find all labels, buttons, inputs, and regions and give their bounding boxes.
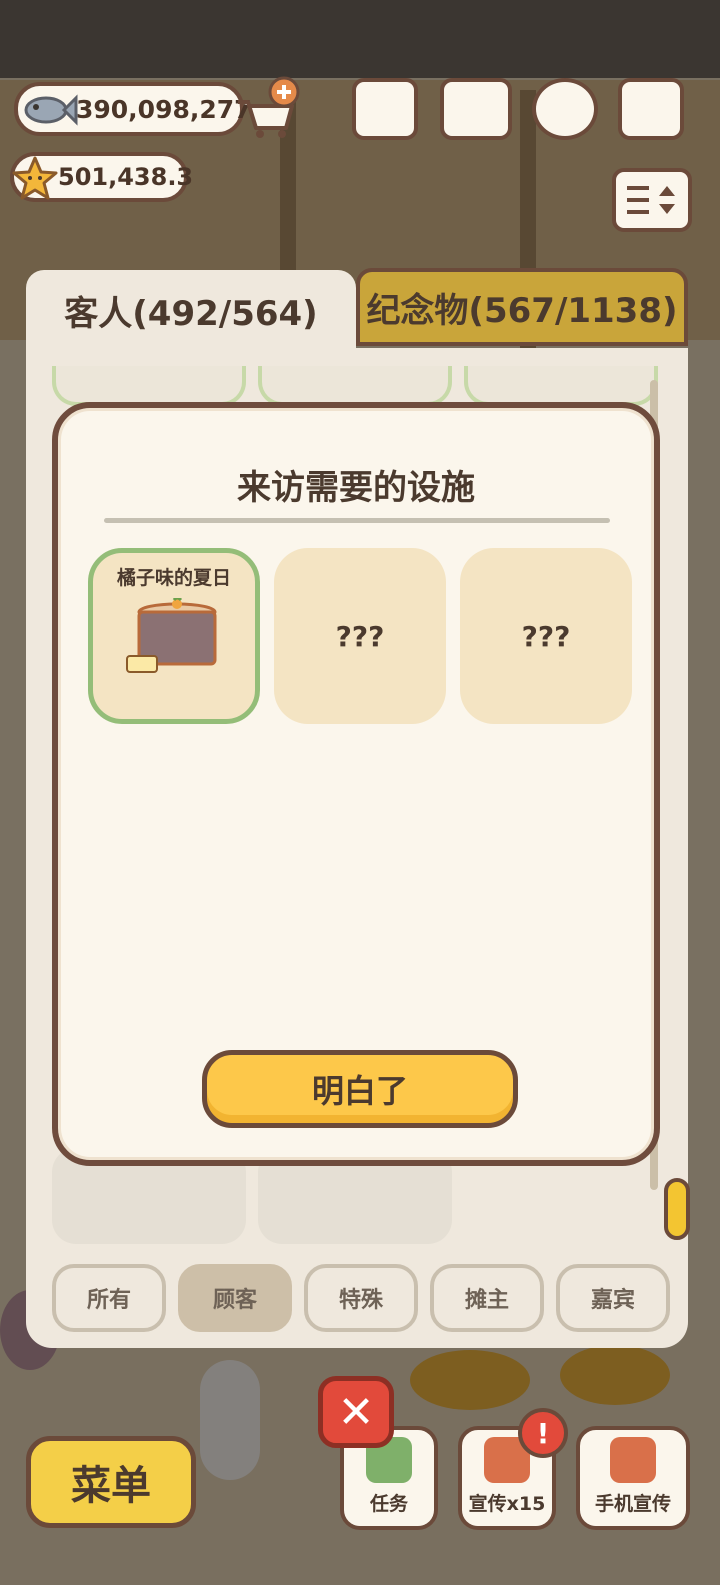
- alert-icon: !: [518, 1408, 568, 1458]
- confirm-button[interactable]: 明白了: [202, 1050, 518, 1128]
- guest-card[interactable]: [258, 366, 452, 406]
- facility-name-unknown: ???: [335, 619, 385, 653]
- newspaper-icon[interactable]: [352, 78, 418, 140]
- tab-guests[interactable]: 客人(492/564): [26, 270, 356, 350]
- facility-slot-orange-summer[interactable]: 橘子味的夏日: [88, 548, 260, 724]
- facility-name: 橘子味的夏日: [116, 567, 231, 589]
- star-currency: 501,438.3: [10, 152, 193, 202]
- dialog-title: 来访需要的设施: [237, 468, 475, 508]
- filter-all[interactable]: 所有: [52, 1264, 166, 1332]
- close-button[interactable]: ✕: [318, 1376, 394, 1448]
- fish-amount: 390,098,277: [76, 94, 252, 124]
- shop-cart-button[interactable]: [232, 76, 300, 142]
- sort-button[interactable]: [612, 168, 692, 232]
- orange-stall-icon: [126, 598, 217, 673]
- guest-card[interactable]: [52, 366, 246, 406]
- filter-customers[interactable]: 顾客: [178, 1264, 292, 1332]
- gear-icon[interactable]: [532, 78, 598, 140]
- facility-name-unknown: ???: [521, 619, 571, 653]
- map-icon[interactable]: [618, 78, 684, 140]
- scrollbar-thumb[interactable]: [664, 1178, 690, 1240]
- phone-promo-icon: [610, 1437, 656, 1483]
- phone-promo-label: 手机宣传: [594, 1493, 671, 1515]
- guest-card[interactable]: [464, 366, 658, 406]
- phone-promo-button[interactable]: 手机宣传: [576, 1426, 690, 1530]
- filter-row: 所有 顾客 特殊 摊主 嘉宾: [52, 1264, 672, 1332]
- book-icon[interactable]: [440, 78, 512, 140]
- filter-guests[interactable]: 嘉宾: [556, 1264, 670, 1332]
- sort-arrows-icon: [659, 186, 675, 214]
- list-icon: [627, 186, 649, 214]
- title-divider: [104, 518, 610, 523]
- star-icon: [12, 156, 58, 200]
- menu-button[interactable]: 菜单: [26, 1436, 196, 1528]
- fish-currency: 390,098,277: [14, 82, 252, 136]
- status-bar-area: [0, 0, 720, 78]
- filter-special[interactable]: 特殊: [304, 1264, 418, 1332]
- facility-slot-locked[interactable]: ???: [274, 548, 446, 724]
- tasks-label: 任务: [369, 1493, 408, 1515]
- promo-label: 宣传x15: [468, 1493, 546, 1515]
- filter-stall-owners[interactable]: 摊主: [430, 1264, 544, 1332]
- star-amount: 501,438.3: [58, 163, 194, 191]
- fish-icon: [24, 94, 78, 126]
- facility-slot-locked[interactable]: ???: [460, 548, 632, 724]
- facility-requirement-dialog: 来访需要的设施 橘子味的夏日 ??? ??? 明白了: [52, 402, 660, 1166]
- cart-plus-icon: [238, 76, 300, 138]
- tab-souvenirs[interactable]: 纪念物(567/1138): [356, 268, 688, 346]
